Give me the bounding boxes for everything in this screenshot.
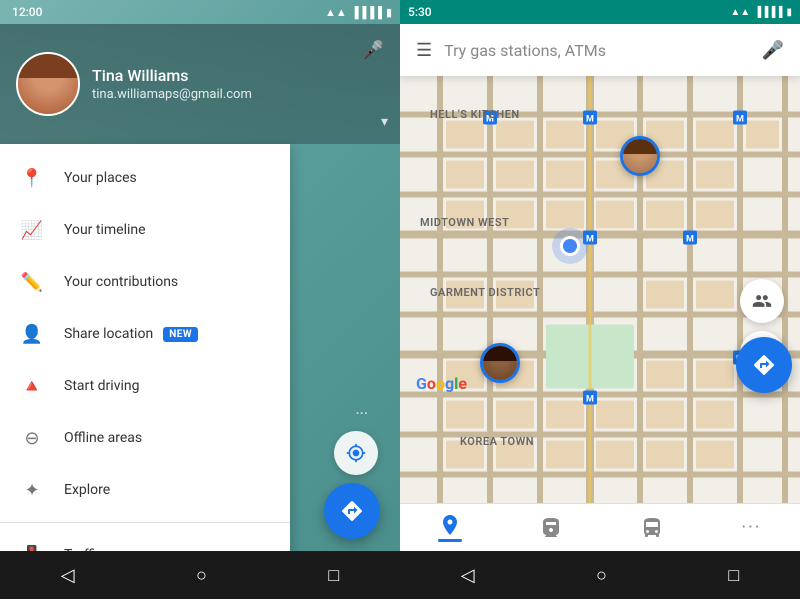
offline-icon: ⊖ bbox=[20, 426, 44, 450]
menu-item-start-driving[interactable]: 🔺 Start driving bbox=[0, 360, 290, 412]
menu-label-offline-areas: Offline areas bbox=[64, 430, 142, 446]
battery-icon: ▮ bbox=[386, 6, 392, 19]
nav-bar-left: ◁ ○ □ bbox=[0, 551, 400, 599]
home-button-left[interactable]: ○ bbox=[172, 557, 231, 594]
my-location-icon bbox=[346, 443, 366, 463]
menu-label-share-location: Share location bbox=[64, 326, 153, 342]
google-o1: o bbox=[427, 374, 436, 393]
mic-icon[interactable]: 🎤 bbox=[362, 40, 384, 61]
wifi-icon: ▲▲ bbox=[325, 6, 347, 19]
transit-tab-icon bbox=[539, 516, 563, 540]
share-location-fab[interactable] bbox=[740, 279, 784, 323]
tab-bar: ··· bbox=[400, 503, 800, 551]
dropdown-arrow-icon[interactable]: ▾ bbox=[381, 114, 388, 130]
nav-bar-right: ◁ ○ □ bbox=[400, 551, 800, 599]
menu-label-your-places: Your places bbox=[64, 170, 137, 186]
avatar-hair bbox=[18, 54, 78, 78]
tab-transit[interactable] bbox=[519, 512, 583, 544]
right-panel: 5:30 ▲▲ ▐▐▐▐ ▮ ☰ Try gas stations, ATMs … bbox=[400, 0, 800, 599]
mic-icon-right[interactable]: 🎤 bbox=[762, 40, 784, 61]
wifi-icon-right: ▲▲ bbox=[730, 7, 750, 18]
tab-more[interactable]: ··· bbox=[721, 513, 781, 542]
current-location-dot bbox=[560, 236, 580, 256]
user-name: Tina Williams bbox=[92, 66, 252, 85]
left-panel: 12:00 ▲▲ ▐▐▐▐ ▮ Tina Williams tina.willi… bbox=[0, 0, 400, 599]
more-tab-dots: ··· bbox=[741, 517, 761, 538]
active-tab-indicator bbox=[438, 539, 462, 542]
menu-item-share-location[interactable]: 👤 Share location NEW bbox=[0, 308, 290, 360]
share-person-icon bbox=[752, 291, 772, 311]
back-button-right[interactable]: ◁ bbox=[437, 557, 499, 594]
menu-item-your-places[interactable]: 📍 Your places bbox=[0, 152, 290, 204]
fab-blue-left[interactable] bbox=[324, 483, 380, 539]
map-user-avatar-2 bbox=[480, 343, 520, 383]
google-o2: o bbox=[436, 374, 445, 393]
directions-fab-icon bbox=[752, 353, 776, 377]
avatar bbox=[16, 52, 80, 116]
user-header: Tina Williams tina.williamaps@gmail.com … bbox=[0, 24, 400, 144]
location-button-left[interactable] bbox=[334, 431, 378, 475]
signal-icon-right: ▐▐▐▐ bbox=[754, 7, 782, 18]
contributions-icon: ✏️ bbox=[20, 270, 44, 294]
share-location-icon: 👤 bbox=[20, 322, 44, 346]
timeline-icon: 📈 bbox=[20, 218, 44, 242]
map-background: M M M M M M M Hell's Kitchen Midtown Wes… bbox=[400, 76, 800, 503]
menu-item-explore[interactable]: ✦ Explore bbox=[0, 464, 290, 516]
google-logo: Google bbox=[416, 374, 467, 393]
battery-icon-right: ▮ bbox=[786, 7, 792, 18]
search-input[interactable]: Try gas stations, ATMs bbox=[444, 41, 761, 60]
svg-text:M: M bbox=[586, 395, 594, 405]
svg-text:M: M bbox=[586, 235, 594, 245]
google-g2: g bbox=[445, 374, 454, 393]
map-user-avatar-1 bbox=[620, 136, 660, 176]
signal-icon: ▐▐▐▐ bbox=[351, 6, 382, 19]
menu-label-start-driving: Start driving bbox=[64, 378, 139, 394]
korea-town-label: Korea Town bbox=[460, 435, 534, 448]
tab-bus[interactable] bbox=[620, 512, 684, 544]
user-info: Tina Williams tina.williamaps@gmail.com bbox=[92, 66, 252, 102]
svg-text:M: M bbox=[686, 235, 694, 245]
menu-item-your-timeline[interactable]: 📈 Your timeline bbox=[0, 204, 290, 256]
recent-button-left[interactable]: □ bbox=[304, 557, 363, 594]
status-time-right: 5:30 bbox=[408, 5, 432, 19]
tab-driving[interactable] bbox=[418, 509, 482, 546]
svg-text:M: M bbox=[586, 115, 594, 125]
explore-icon: ✦ bbox=[20, 478, 44, 502]
more-options-button[interactable]: ··· bbox=[355, 404, 368, 423]
status-icons-left: ▲▲ ▐▐▐▐ ▮ bbox=[325, 6, 392, 19]
drawer-menu: 📍 Your places 📈 Your timeline ✏️ Your co… bbox=[0, 144, 290, 599]
hamburger-icon[interactable]: ☰ bbox=[416, 40, 432, 61]
driving-tab-icon bbox=[438, 513, 462, 537]
user-email: tina.williamaps@gmail.com bbox=[92, 87, 252, 102]
menu-label-your-contributions: Your contributions bbox=[64, 274, 178, 290]
menu-divider bbox=[0, 522, 290, 523]
menu-item-offline-areas[interactable]: ⊖ Offline areas bbox=[0, 412, 290, 464]
svg-text:M: M bbox=[736, 115, 744, 125]
status-icons-right: ▲▲ ▐▐▐▐ ▮ bbox=[730, 7, 792, 18]
google-g: G bbox=[416, 374, 427, 393]
recent-button-right[interactable]: □ bbox=[704, 557, 763, 594]
search-bar: ☰ Try gas stations, ATMs 🎤 bbox=[400, 24, 800, 76]
back-button-left[interactable]: ◁ bbox=[37, 557, 99, 594]
home-button-right[interactable]: ○ bbox=[572, 557, 631, 594]
garment-district-label: Garment District bbox=[430, 286, 540, 299]
status-bar-left: 12:00 ▲▲ ▐▐▐▐ ▮ bbox=[0, 0, 400, 24]
navigation-fab-left[interactable] bbox=[324, 483, 380, 539]
driving-icon: 🔺 bbox=[20, 374, 44, 398]
avatar-face bbox=[18, 54, 78, 114]
menu-item-your-contributions[interactable]: ✏️ Your contributions bbox=[0, 256, 290, 308]
status-time-left: 12:00 bbox=[12, 5, 42, 19]
places-icon: 📍 bbox=[20, 166, 44, 190]
menu-label-explore: Explore bbox=[64, 482, 110, 498]
midtown-west-label: Midtown West bbox=[420, 216, 509, 229]
map-area[interactable]: M M M M M M M Hell's Kitchen Midtown Wes… bbox=[400, 76, 800, 503]
navigation-fab-right[interactable] bbox=[736, 337, 792, 393]
status-bar-right: 5:30 ▲▲ ▐▐▐▐ ▮ bbox=[400, 0, 800, 24]
menu-label-your-timeline: Your timeline bbox=[64, 222, 146, 238]
new-badge: NEW bbox=[163, 327, 198, 342]
directions-icon bbox=[340, 499, 364, 523]
bus-tab-icon bbox=[640, 516, 664, 540]
google-e: e bbox=[458, 374, 467, 393]
hells-kitchen-label: Hell's Kitchen bbox=[430, 108, 520, 121]
